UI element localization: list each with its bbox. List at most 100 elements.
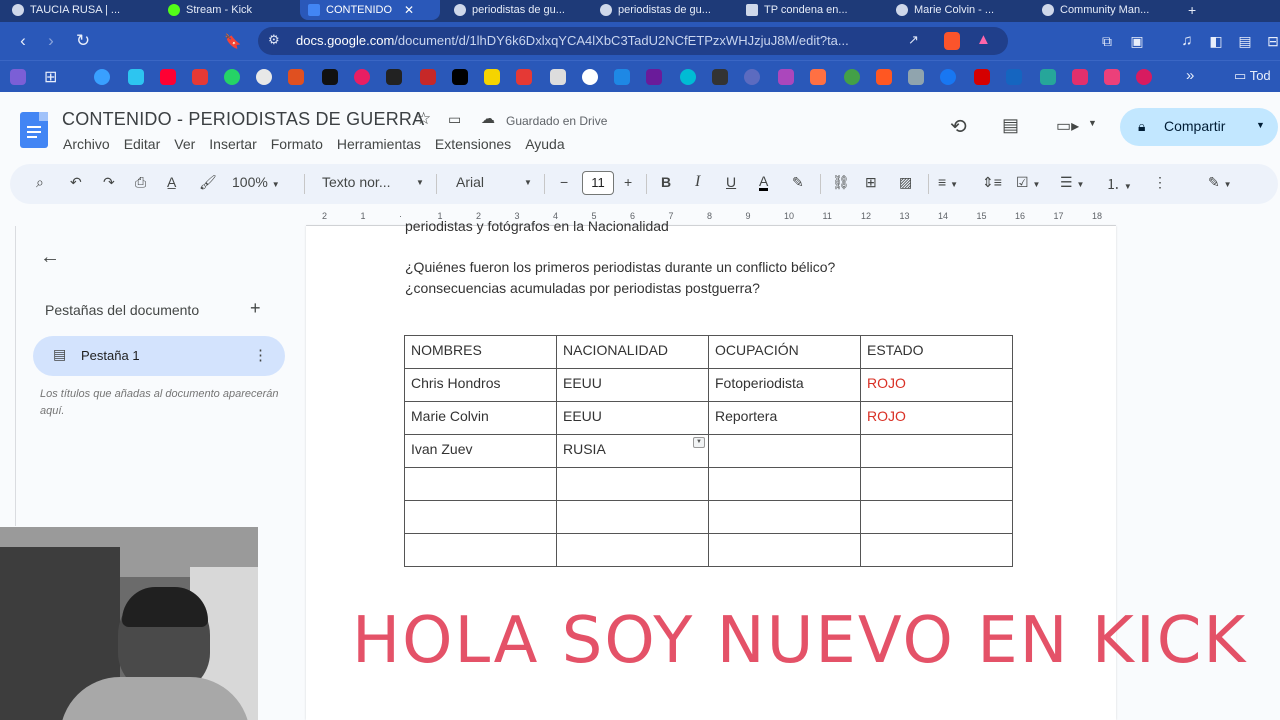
- add-tab-button[interactable]: +: [250, 298, 261, 319]
- more-bookmarks-icon[interactable]: »: [1186, 67, 1194, 84]
- font-select[interactable]: Arial: [456, 174, 484, 190]
- table-cell[interactable]: Marie Colvin: [404, 401, 557, 435]
- share-page-icon[interactable]: ↗: [908, 32, 919, 48]
- bookmark-icon[interactable]: [288, 69, 304, 85]
- table-cell[interactable]: [404, 533, 557, 567]
- bookmark-icon[interactable]: [614, 69, 630, 85]
- bookmark-icon[interactable]: [484, 69, 500, 85]
- bold-icon[interactable]: B: [661, 174, 671, 190]
- line-spacing-icon[interactable]: ⇕≡: [982, 174, 1002, 191]
- print-icon[interactable]: ⎙: [135, 174, 146, 191]
- menu-insertar[interactable]: Insertar: [209, 136, 256, 152]
- bookmark-icon[interactable]: 🔖: [222, 30, 244, 52]
- whatsapp-icon[interactable]: [224, 69, 240, 85]
- bookmark-icon[interactable]: [1104, 69, 1120, 85]
- document-title[interactable]: CONTENIDO - PERIODISTAS DE GUERRA: [62, 109, 424, 130]
- bookmark-icon[interactable]: [1006, 69, 1022, 85]
- chevron-down-icon[interactable]: ▼: [524, 178, 532, 187]
- table-cell[interactable]: [404, 467, 557, 501]
- insert-comment-icon[interactable]: ⊞: [865, 174, 877, 191]
- bookmark-icon[interactable]: [908, 69, 924, 85]
- bookmark-icon[interactable]: [386, 69, 402, 85]
- youtube-icon[interactable]: [160, 69, 176, 85]
- bookmark-icon[interactable]: [420, 69, 436, 85]
- reload-icon[interactable]: ↻: [72, 30, 94, 52]
- more-options-icon[interactable]: ⋮: [1153, 174, 1167, 191]
- meet-dropdown-icon[interactable]: ▼: [1088, 118, 1097, 128]
- bookmark-icon[interactable]: [582, 69, 598, 85]
- bookmark-icon[interactable]: [744, 69, 760, 85]
- bookmark-icon[interactable]: [778, 69, 794, 85]
- cell-menu-icon[interactable]: ▼: [693, 437, 705, 448]
- table-header-cell[interactable]: ESTADO: [860, 335, 1013, 369]
- menu-ver[interactable]: Ver: [174, 136, 195, 152]
- bookmark-icon[interactable]: [550, 69, 566, 85]
- share-button[interactable]: 🔒︎ Compartir ▼: [1120, 108, 1278, 146]
- tab-more-icon[interactable]: ⋮: [253, 346, 268, 364]
- browser-tab-active[interactable]: CONTENIDO ✕: [300, 0, 440, 20]
- all-bookmarks-folder[interactable]: ▭ Tod: [1234, 68, 1271, 84]
- cloud-saved-icon[interactable]: ☁: [481, 110, 495, 127]
- menu-extensiones[interactable]: Extensiones: [435, 136, 511, 152]
- table-cell[interactable]: [556, 467, 709, 501]
- bookmark-icon[interactable]: [1136, 69, 1152, 85]
- checklist-icon[interactable]: ☑ ▼: [1016, 174, 1040, 191]
- menu-editar[interactable]: Editar: [124, 136, 161, 152]
- insert-link-icon[interactable]: ⛓︎: [832, 174, 850, 191]
- meet-icon[interactable]: ▭▸: [1056, 116, 1079, 136]
- insert-image-icon[interactable]: ▨: [899, 174, 912, 191]
- comments-icon[interactable]: ▤: [1002, 115, 1019, 136]
- menu-archivo[interactable]: Archivo: [63, 136, 110, 152]
- close-tab-icon[interactable]: ✕: [404, 3, 414, 17]
- browser-tab[interactable]: periodistas de gu...: [592, 0, 732, 20]
- bookmark-icon[interactable]: [10, 69, 26, 85]
- bookmark-icon[interactable]: [516, 69, 532, 85]
- pdf-icon[interactable]: [192, 69, 208, 85]
- table-cell[interactable]: EEUU: [556, 401, 709, 435]
- star-icon[interactable]: ☆: [416, 109, 431, 129]
- bookmark-icon[interactable]: [646, 69, 662, 85]
- menu-icon[interactable]: ⊟: [1262, 30, 1280, 52]
- back-icon[interactable]: ‹: [12, 30, 34, 52]
- search-menus-icon[interactable]: ⌕: [36, 174, 44, 191]
- browser-tab[interactable]: Marie Colvin - ...: [888, 0, 1028, 20]
- extensions-icon[interactable]: ⧉: [1096, 30, 1118, 52]
- bookmark-icon[interactable]: [128, 69, 144, 85]
- editing-mode-icon[interactable]: ✎ ▼: [1208, 174, 1232, 191]
- forward-icon[interactable]: ›: [40, 30, 62, 52]
- bookmark-icon[interactable]: [974, 69, 990, 85]
- italic-icon[interactable]: I: [695, 173, 700, 191]
- increase-font-size-button[interactable]: +: [624, 174, 632, 190]
- table-cell[interactable]: [860, 533, 1013, 567]
- table-header-cell[interactable]: OCUPACIÓN: [708, 335, 861, 369]
- decrease-font-size-button[interactable]: −: [560, 174, 568, 190]
- table-cell[interactable]: [708, 500, 861, 534]
- table-cell[interactable]: [860, 500, 1013, 534]
- bookmark-icon[interactable]: [844, 69, 860, 85]
- table-cell[interactable]: [556, 500, 709, 534]
- site-info-icon[interactable]: ⚙: [268, 32, 280, 48]
- sidebar-tab-item[interactable]: ▤ Pestaña 1 ⋮: [33, 336, 285, 376]
- bookmark-icon[interactable]: [322, 69, 338, 85]
- x-icon[interactable]: [452, 69, 468, 85]
- bookmark-icon[interactable]: [354, 69, 370, 85]
- style-select[interactable]: Texto nor...: [322, 174, 426, 190]
- bookmark-icon[interactable]: [810, 69, 826, 85]
- browser-tab[interactable]: Stream - Kick: [160, 0, 295, 20]
- media-icon[interactable]: ♫: [1176, 30, 1198, 52]
- table-cell[interactable]: ROJO: [860, 368, 1013, 402]
- wallet-icon[interactable]: ▣: [1126, 30, 1148, 52]
- move-folder-icon[interactable]: ▭: [448, 111, 461, 128]
- table-cell[interactable]: Reportera: [708, 401, 861, 435]
- text-color-icon[interactable]: A: [759, 174, 769, 191]
- zoom-select[interactable]: 100% ▼: [232, 174, 280, 190]
- table-cell[interactable]: [708, 467, 861, 501]
- table-header-cell[interactable]: NOMBRES: [404, 335, 557, 369]
- brave-shield-icon[interactable]: [944, 32, 960, 50]
- table-cell[interactable]: [556, 533, 709, 567]
- bookmark-icon[interactable]: [712, 69, 728, 85]
- instagram-icon[interactable]: [1072, 69, 1088, 85]
- highlight-icon[interactable]: ✎: [792, 174, 804, 191]
- redo-icon[interactable]: ↷: [103, 174, 115, 191]
- share-dropdown-icon[interactable]: ▼: [1256, 120, 1265, 130]
